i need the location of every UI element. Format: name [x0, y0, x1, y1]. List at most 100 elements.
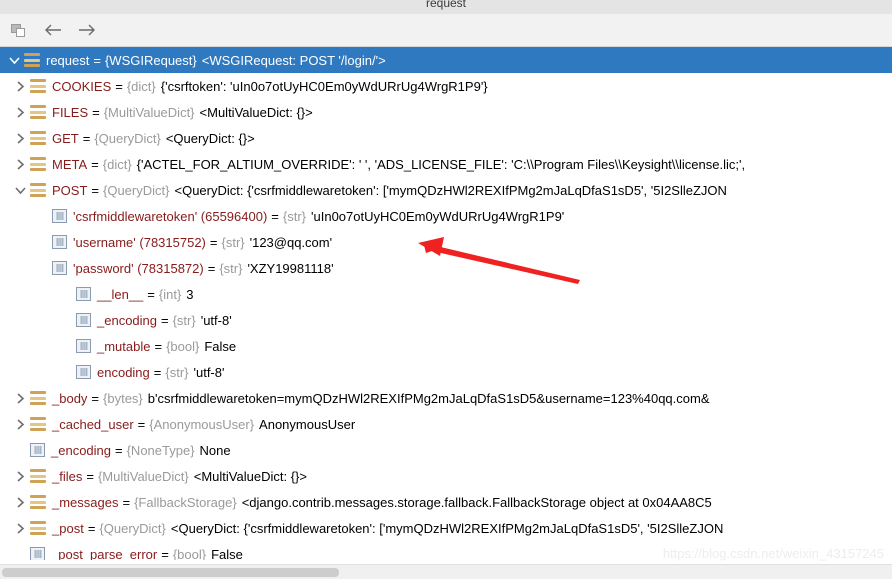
variable-type: {str} [165, 364, 189, 380]
variable-type: {WSGIRequest} [104, 52, 197, 68]
variable-name: _body [52, 390, 88, 406]
variable-value: 'utf-8' [193, 364, 225, 380]
variable-name: _mutable [97, 338, 151, 354]
variable-type: {str} [282, 208, 307, 224]
equals-sign: = [122, 494, 131, 510]
equals-sign: = [147, 286, 155, 302]
equals-sign: = [271, 208, 279, 224]
variable-type: {int} [158, 286, 182, 302]
equals-sign: = [161, 546, 169, 561]
primitive-node-icon: ‖‖ [76, 339, 91, 353]
variable-value: None [199, 442, 231, 458]
equals-sign: = [209, 234, 218, 250]
variable-value: {'csrftoken': 'uIn0o7otUyHC0Em0yWdURrUg4… [160, 78, 488, 94]
variable-name: _files [52, 468, 83, 484]
tree-row[interactable]: ‖‖ _encoding = {NoneType} None [0, 437, 892, 463]
object-node-icon [24, 53, 40, 67]
copy-icon[interactable] [8, 19, 30, 41]
tree-row[interactable]: ‖‖ 'password' (78315872) = {str} 'XZY1998111… [0, 255, 892, 281]
variable-name: META [52, 156, 88, 172]
variable-value: <django.contrib.messages.storage.fallbac… [241, 494, 712, 510]
variable-name: 'password' (78315872) [73, 260, 204, 276]
equals-sign: = [207, 260, 216, 276]
variable-value: <MultiValueDict: {}> [199, 104, 313, 120]
variable-type: {bool} [172, 546, 207, 561]
variable-type: {str} [219, 260, 243, 276]
object-node-icon [30, 183, 46, 197]
equals-sign: = [87, 520, 96, 536]
expander-expand-icon[interactable] [10, 522, 30, 534]
variables-tree[interactable]: request = {WSGIRequest} <WSGIRequest: POST … [0, 47, 892, 560]
primitive-node-icon: ‖‖ [30, 443, 45, 457]
equals-sign: = [115, 78, 123, 94]
equals-sign: = [161, 312, 169, 328]
equals-sign: = [91, 182, 99, 198]
equals-sign: = [154, 338, 163, 354]
tree-row[interactable]: GET = {QueryDict} <QueryDict: {}> [0, 125, 892, 151]
variable-type: {str} [172, 312, 196, 328]
variable-name: _encoding [97, 312, 157, 328]
variable-type: {QueryDict} [94, 130, 161, 146]
debugger-toolbar [0, 14, 892, 47]
equals-sign: = [82, 130, 91, 146]
horizontal-scrollbar[interactable] [0, 564, 892, 579]
expander-expand-icon[interactable] [10, 106, 30, 118]
equals-sign: = [115, 442, 123, 458]
window-title-strip: request [0, 0, 892, 14]
expander-expand-icon[interactable] [10, 80, 30, 92]
tree-row[interactable]: request = {WSGIRequest} <WSGIRequest: POST … [0, 47, 892, 73]
variable-value: False [211, 546, 243, 561]
expander-expand-icon[interactable] [10, 470, 30, 482]
primitive-node-icon: ‖‖ [76, 313, 91, 327]
scrollbar-thumb[interactable] [2, 568, 339, 577]
expander-collapse-icon[interactable] [4, 56, 24, 65]
expander-expand-icon[interactable] [10, 418, 30, 430]
expander-expand-icon[interactable] [10, 132, 30, 144]
variable-value: <QueryDict: {'csrfmiddlewaretoken': ['my… [170, 520, 724, 536]
tree-row[interactable]: _files = {MultiValueDict} <MultiValueDict: … [0, 463, 892, 489]
object-node-icon [30, 131, 46, 145]
variable-name: 'username' (78315752) [73, 234, 206, 250]
equals-sign: = [91, 156, 99, 172]
variable-type: {MultiValueDict} [97, 468, 189, 484]
forward-arrow-icon[interactable] [76, 19, 98, 41]
variable-type: {dict} [126, 78, 156, 94]
back-arrow-icon[interactable] [42, 19, 64, 41]
variable-value: 'utf-8' [200, 312, 232, 328]
equals-sign: = [153, 364, 162, 380]
tree-row[interactable]: _post = {QueryDict} <QueryDict: {'csrfmiddl… [0, 515, 892, 541]
variable-name: encoding [97, 364, 150, 380]
variable-name: FILES [52, 104, 89, 120]
tree-row[interactable]: ‖‖ 'username' (78315752) = {str} '123@qq.com… [0, 229, 892, 255]
variable-value: AnonymousUser [259, 416, 356, 432]
primitive-node-icon: ‖‖ [52, 261, 67, 275]
tree-row[interactable]: _body = {bytes} b'csrfmiddlewaretoken=mymQD… [0, 385, 892, 411]
tree-row[interactable]: COOKIES = {dict} {'csrftoken': 'uIn0o7otUyH… [0, 73, 892, 99]
expander-collapse-icon[interactable] [10, 186, 30, 195]
tree-row[interactable]: ‖‖ _post_parse_error = {bool} False [0, 541, 892, 560]
expander-expand-icon[interactable] [10, 392, 30, 404]
primitive-node-icon: ‖‖ [76, 287, 91, 301]
tree-row[interactable]: ‖‖ _encoding = {str}'utf-8' [0, 307, 892, 333]
variable-type: {AnonymousUser} [149, 416, 255, 432]
tree-row[interactable]: ‖‖ _mutable = {bool} False [0, 333, 892, 359]
variable-type: {QueryDict} [103, 182, 170, 198]
tree-row[interactable]: _messages = {FallbackStorage} <django.contr… [0, 489, 892, 515]
variable-type: {QueryDict} [99, 520, 166, 536]
expander-expand-icon[interactable] [10, 158, 30, 170]
expander-expand-icon[interactable] [10, 496, 30, 508]
tree-row[interactable]: _cached_user = {AnonymousUser} AnonymousUse… [0, 411, 892, 437]
variable-name: _messages [52, 494, 119, 510]
equals-sign: = [93, 52, 101, 68]
tree-row[interactable]: META = {dict} {'ACTEL_FOR_ALTIUM_OVERRIDE':… [0, 151, 892, 177]
tree-row[interactable]: ‖‖ encoding = {str}'utf-8' [0, 359, 892, 385]
tree-row[interactable]: POST = {QueryDict} <QueryDict: {'csrfmiddle… [0, 177, 892, 203]
tree-row[interactable]: ‖‖ 'csrfmiddlewaretoken' (65596400) = {str}… [0, 203, 892, 229]
tree-row[interactable]: ‖‖ __len__ = {int} 3 [0, 281, 892, 307]
equals-sign: = [91, 390, 100, 406]
primitive-node-icon: ‖‖ [52, 235, 67, 249]
object-node-icon [30, 469, 46, 483]
equals-sign: = [92, 104, 100, 120]
tree-row[interactable]: FILES = {MultiValueDict} <MultiValueDict: {… [0, 99, 892, 125]
variable-value: '123@qq.com' [249, 234, 333, 250]
